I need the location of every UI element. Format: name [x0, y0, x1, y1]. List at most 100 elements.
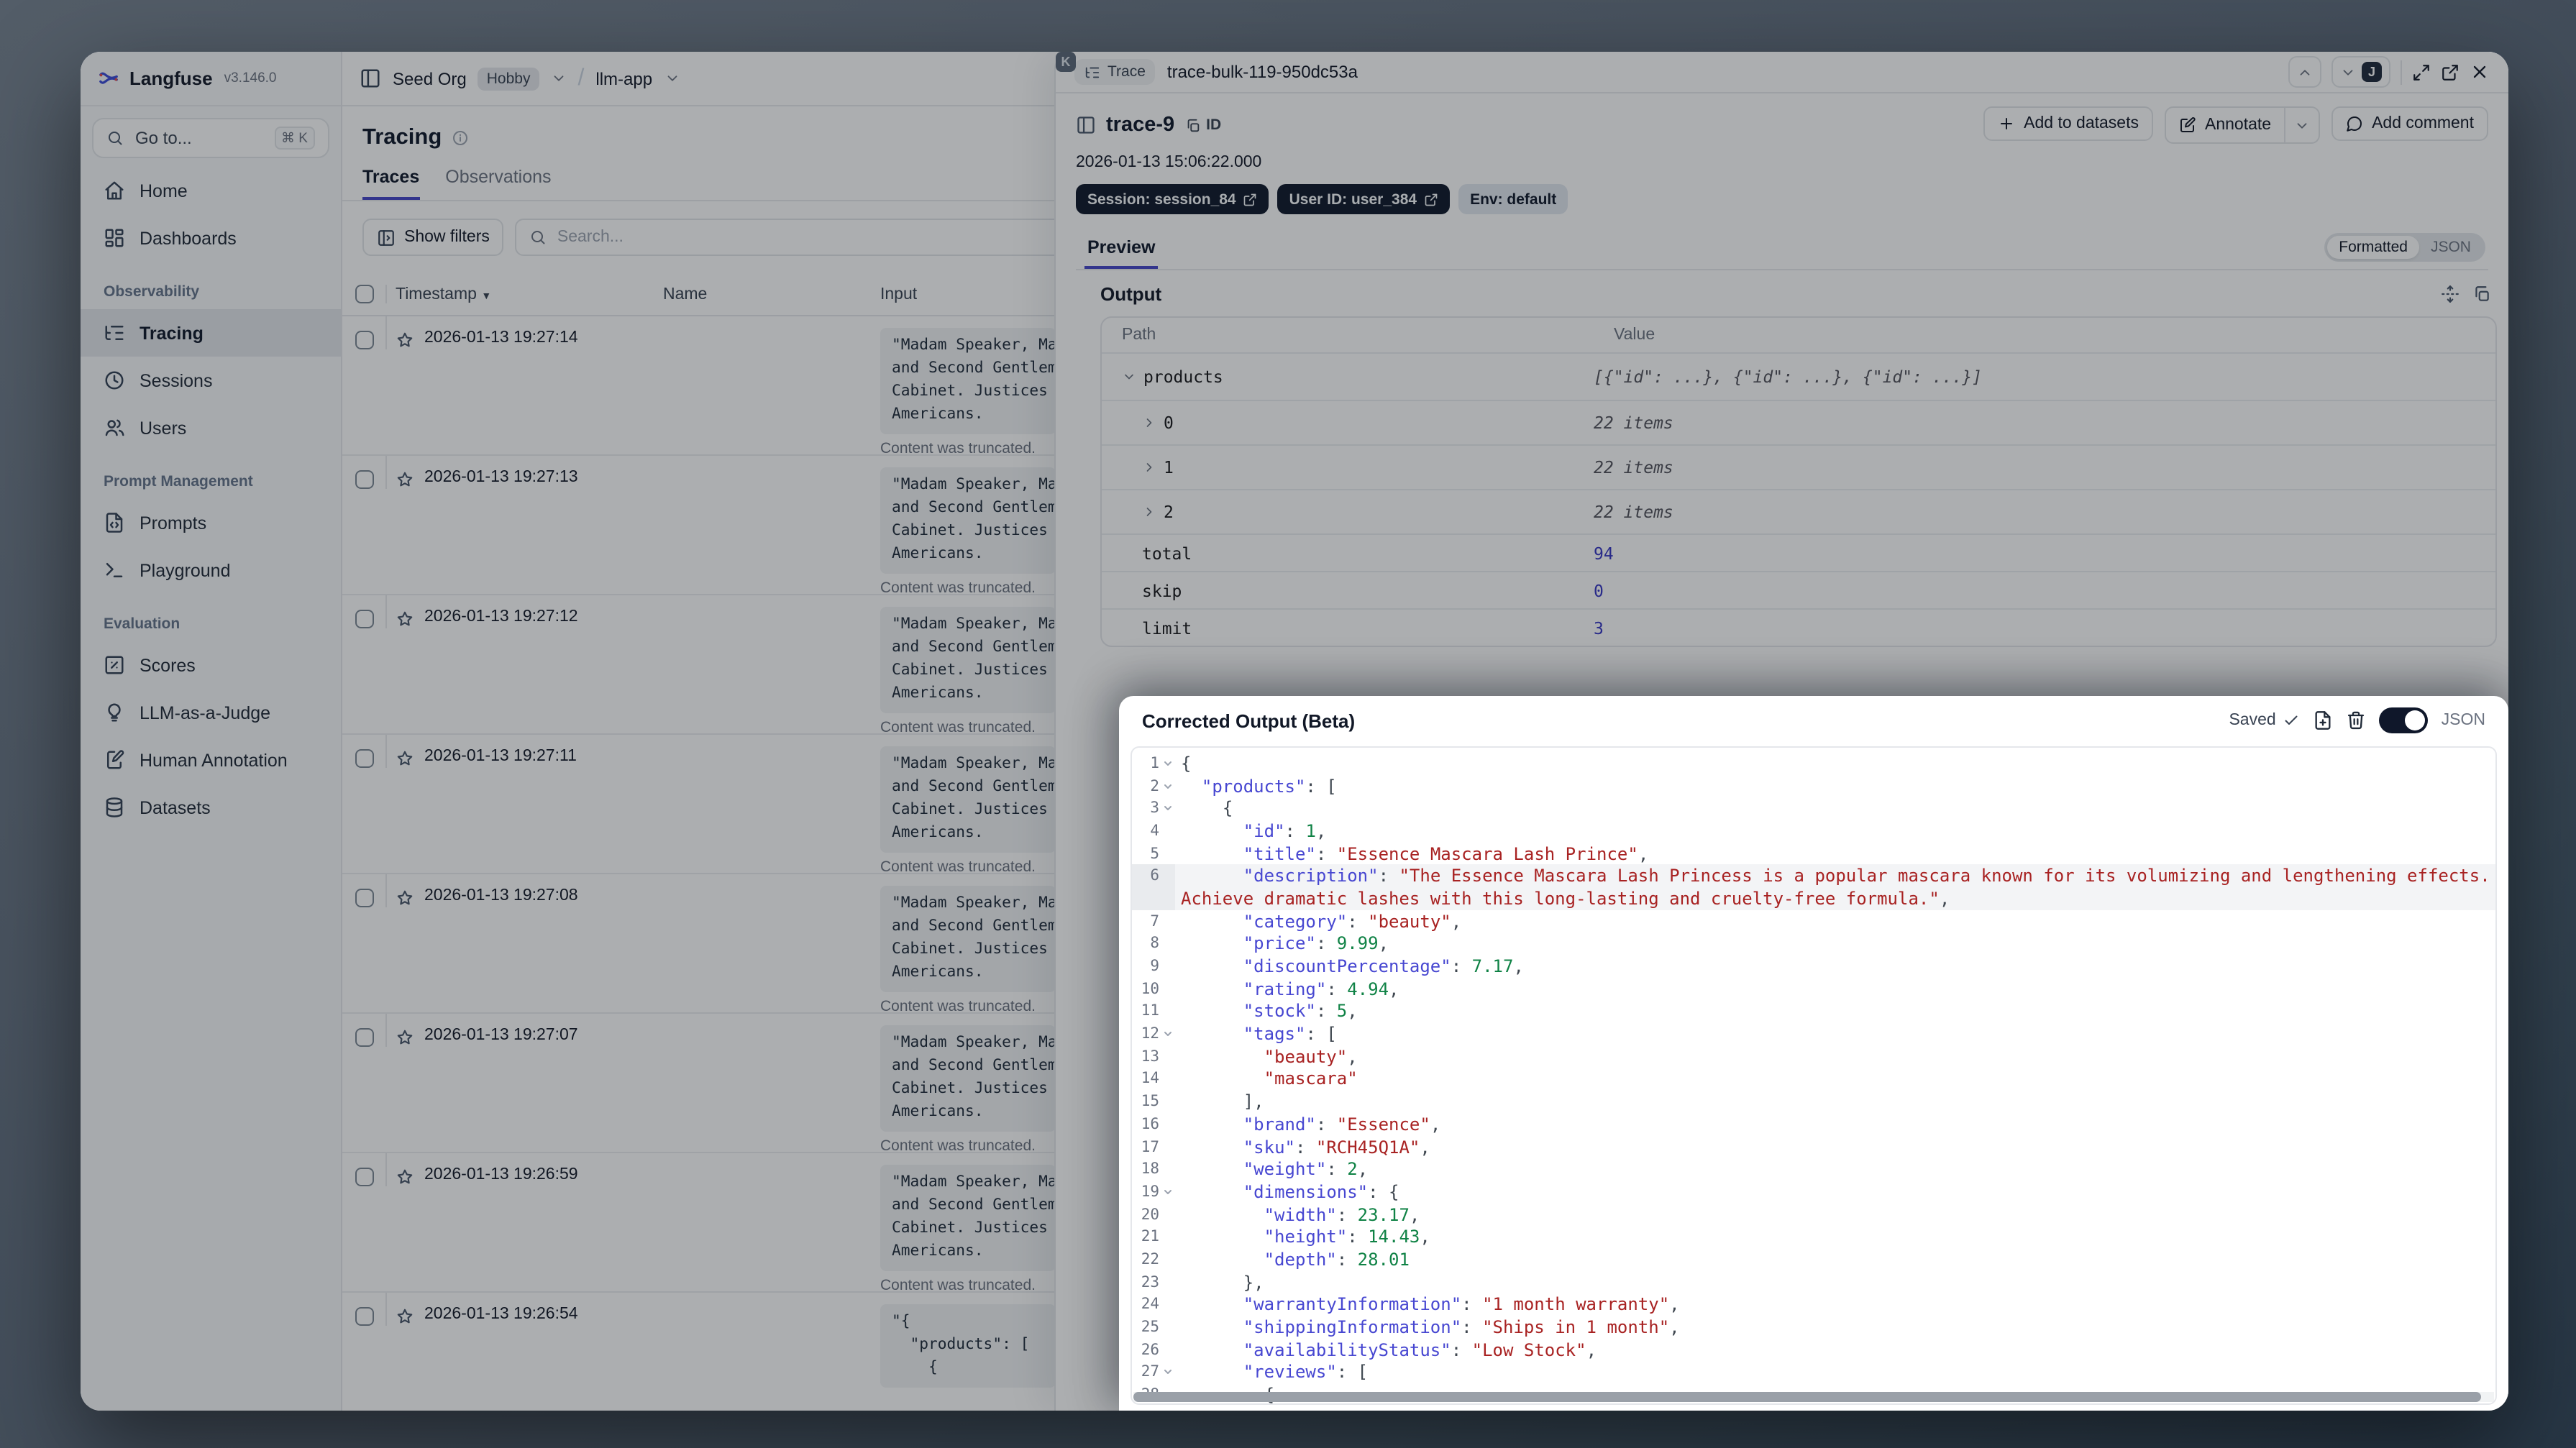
line-number: 2: [1150, 777, 1159, 795]
line-number: 12: [1141, 1025, 1159, 1043]
fold-toggle-icon[interactable]: [1159, 1367, 1175, 1378]
editor-line-21[interactable]: 21 "height": 14.43,: [1132, 1226, 2495, 1248]
line-number: 17: [1141, 1138, 1159, 1156]
line-number: 19: [1141, 1183, 1159, 1201]
editor-line-3[interactable]: 3 {: [1132, 797, 2495, 820]
editor-code-text: },: [1243, 1272, 1264, 1293]
editor-code-text: "warrantyInformation": "1 month warranty…: [1243, 1294, 1680, 1315]
editor-code-text: "id": 1,: [1243, 820, 1327, 841]
toggle-knob: [2405, 710, 2426, 730]
check-icon: [2283, 712, 2301, 729]
editor-code-text: "reviews": [: [1243, 1362, 1369, 1383]
editor-code-text: "discountPercentage": 7.17,: [1243, 956, 1524, 977]
delete-icon[interactable]: [2347, 710, 2367, 730]
line-number: 21: [1141, 1228, 1159, 1246]
line-number: 9: [1150, 958, 1159, 976]
fold-toggle-icon: [1159, 864, 1175, 888]
editor-line-6[interactable]: 6 "description": "The Essence Mascara La…: [1132, 864, 2495, 888]
fold-toggle-icon[interactable]: [1159, 758, 1175, 769]
fold-toggle-icon: [1159, 887, 1175, 910]
editor-line-26[interactable]: 26 "availabilityStatus": "Low Stock",: [1132, 1339, 2495, 1361]
editor-code-text: "brand": "Essence",: [1243, 1114, 1441, 1135]
horizontal-scrollbar[interactable]: [1133, 1392, 2494, 1402]
editor-line-2[interactable]: 2 "products": [: [1132, 774, 2495, 797]
editor-line-27[interactable]: 27 "reviews": [: [1132, 1361, 2495, 1383]
line-number: [1132, 887, 1159, 910]
editor-code-text: "title": "Essence Mascara Lash Prince",: [1243, 843, 1649, 864]
editor-code-text: "mascara": [1264, 1068, 1358, 1089]
editor-line-17[interactable]: 17 "sku": "RCH45Q1A",: [1132, 1135, 2495, 1158]
fold-toggle-icon[interactable]: [1159, 780, 1175, 792]
langfuse-app-window: Langfuse v3.146.0 Go to... ⌘ K Home Dashb…: [81, 52, 2508, 1411]
scrollbar-thumb[interactable]: [1133, 1392, 2481, 1402]
line-number: 23: [1141, 1273, 1159, 1291]
line-number: 3: [1150, 799, 1159, 817]
line-number: 15: [1141, 1093, 1159, 1111]
editor-code-text: "description": "The Essence Mascara Lash…: [1175, 864, 2495, 888]
editor-line-19[interactable]: 19 "dimensions": {: [1132, 1181, 2495, 1203]
line-number: 6: [1132, 864, 1159, 888]
editor-line-8[interactable]: 8 "price": 9.99,: [1132, 933, 2495, 955]
editor-line-20[interactable]: 20 "width": 23.17,: [1132, 1204, 2495, 1226]
desktop-background: Langfuse v3.146.0 Go to... ⌘ K Home Dashb…: [0, 0, 2576, 1448]
editor-code-text: "rating": 4.94,: [1243, 979, 1399, 999]
editor-line-14[interactable]: 14 "mascara": [1132, 1068, 2495, 1090]
line-number: 1: [1150, 754, 1159, 772]
editor-code-text: "width": 23.17,: [1264, 1204, 1420, 1225]
line-number: 11: [1141, 1002, 1159, 1020]
editor-line-4[interactable]: 4 "id": 1,: [1132, 820, 2495, 842]
editor-line-16[interactable]: 16 "brand": "Essence",: [1132, 1113, 2495, 1135]
line-number: 18: [1141, 1160, 1159, 1178]
editor-code-text: "dimensions": {: [1243, 1181, 1399, 1202]
editor-code-text: "stock": 5,: [1243, 1001, 1358, 1022]
editor-line-11[interactable]: 11 "stock": 5,: [1132, 1000, 2495, 1022]
editor-code-text: {: [1181, 753, 1192, 774]
editor-line-15[interactable]: 15 ],: [1132, 1091, 2495, 1113]
editor-line-7[interactable]: 7 "category": "beauty",: [1132, 910, 2495, 933]
line-number: 4: [1150, 822, 1159, 840]
saved-status: Saved: [2229, 712, 2300, 729]
editor-code-text: "availabilityStatus": "Low Stock",: [1243, 1339, 1597, 1360]
line-number: 14: [1141, 1070, 1159, 1088]
editor-line-24[interactable]: 24 "warrantyInformation": "1 month warra…: [1132, 1293, 2495, 1316]
line-number: 7: [1150, 912, 1159, 930]
editor-code-text: "products": [: [1201, 776, 1337, 797]
editor-line-18[interactable]: 18 "weight": 2,: [1132, 1158, 2495, 1181]
editor-line-9[interactable]: 9 "discountPercentage": 7.17,: [1132, 955, 2495, 977]
editor-line-1[interactable]: 1{: [1132, 752, 2495, 774]
fold-toggle-icon[interactable]: [1159, 1028, 1175, 1040]
editor-line-12[interactable]: 12 "tags": [: [1132, 1023, 2495, 1045]
editor-line-23[interactable]: 23 },: [1132, 1271, 2495, 1293]
save-to-dataset-icon[interactable]: [2314, 710, 2334, 730]
editor-line-5[interactable]: 5 "title": "Essence Mascara Lash Prince"…: [1132, 843, 2495, 865]
json-toggle-label: JSON: [2441, 712, 2485, 729]
line-number: 26: [1141, 1341, 1159, 1359]
corrected-output-title: Corrected Output (Beta): [1142, 710, 1356, 731]
editor-code-text: "category": "beauty",: [1243, 911, 1462, 932]
editor-code-text: "price": 9.99,: [1243, 933, 1389, 954]
line-number: 27: [1141, 1363, 1159, 1381]
line-number: 24: [1141, 1296, 1159, 1314]
line-number: 5: [1150, 845, 1159, 863]
fold-toggle-icon[interactable]: [1159, 802, 1175, 814]
line-number: 8: [1150, 935, 1159, 953]
json-toggle[interactable]: [2379, 707, 2429, 733]
json-editor[interactable]: 1{2 "products": [3 {4 "id": 1,5 "title":…: [1131, 746, 2497, 1405]
editor-code-text: "shippingInformation": "Ships in 1 month…: [1243, 1317, 1680, 1338]
editor-code-text: "beauty",: [1264, 1046, 1358, 1067]
editor-code-text: "tags": [: [1243, 1024, 1337, 1045]
fold-toggle-icon[interactable]: [1159, 1186, 1175, 1198]
line-number: 16: [1141, 1115, 1159, 1133]
editor-code-text: "sku": "RCH45Q1A",: [1243, 1137, 1430, 1158]
corrected-output-panel: Corrected Output (Beta) Saved JSON 1{2 "…: [1119, 696, 2508, 1411]
editor-line-13[interactable]: 13 "beauty",: [1132, 1045, 2495, 1068]
editor-line-25[interactable]: 25 "shippingInformation": "Ships in 1 mo…: [1132, 1316, 2495, 1338]
editor-line-22[interactable]: 22 "depth": 28.01: [1132, 1248, 2495, 1270]
editor-line-6[interactable]: Achieve dramatic lashes with this long-l…: [1132, 887, 2495, 910]
editor-code-text: Achieve dramatic lashes with this long-l…: [1175, 887, 2495, 910]
line-number: 20: [1141, 1206, 1159, 1224]
editor-line-10[interactable]: 10 "rating": 4.94,: [1132, 978, 2495, 1000]
line-number: 13: [1141, 1048, 1159, 1066]
editor-code-text: "height": 14.43,: [1264, 1227, 1430, 1247]
line-number: 10: [1141, 980, 1159, 998]
